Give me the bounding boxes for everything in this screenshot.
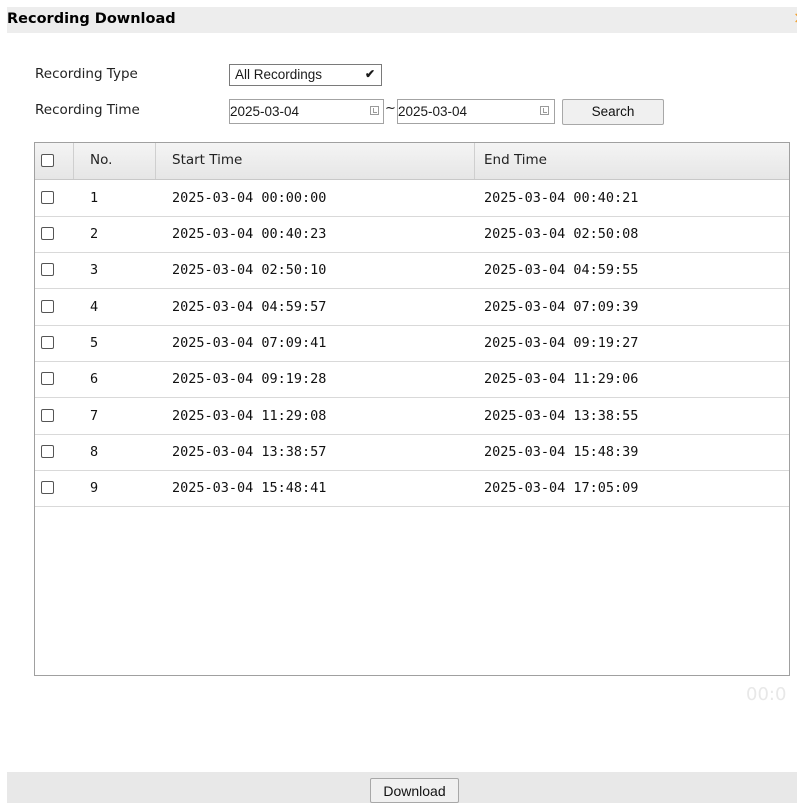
row-number: 6	[90, 371, 99, 387]
row-number: 4	[90, 299, 99, 315]
recording-type-value: All Recordings	[235, 67, 323, 82]
row-start-time: 2025-03-04 07:09:41	[172, 335, 327, 351]
table-row[interactable]: 5 2025-03-04 07:09:41 2025-03-04 09:19:2…	[35, 325, 789, 362]
column-divider	[73, 143, 74, 179]
row-start-time: 2025-03-04 04:59:57	[172, 299, 327, 315]
row-checkbox[interactable]	[41, 300, 54, 313]
recordings-table: No. Start Time End Time 1 2025-03-04 00:…	[34, 142, 790, 676]
recording-type-label: Recording Type	[35, 66, 138, 82]
row-end-time: 2025-03-04 11:29:06	[484, 371, 639, 387]
dialog-title: Recording Download	[7, 11, 176, 27]
table-row[interactable]: 8 2025-03-04 13:38:57 2025-03-04 15:48:3…	[35, 434, 789, 471]
row-number: 8	[90, 444, 99, 460]
column-header-end-time: End Time	[484, 152, 547, 168]
column-divider	[474, 143, 475, 179]
dialog-title-bar: Recording Download ×	[7, 7, 797, 33]
row-start-time: 2025-03-04 09:19:28	[172, 371, 327, 387]
row-end-time: 2025-03-04 00:40:21	[484, 190, 639, 206]
row-number: 2	[90, 226, 99, 242]
row-checkbox[interactable]	[41, 191, 54, 204]
row-number: 9	[90, 480, 99, 496]
row-start-time: 2025-03-04 00:00:00	[172, 190, 327, 206]
row-start-time: 2025-03-04 13:38:57	[172, 444, 327, 460]
table-row[interactable]: 3 2025-03-04 02:50:10 2025-03-04 04:59:5…	[35, 252, 789, 289]
row-end-time: 2025-03-04 15:48:39	[484, 444, 639, 460]
table-row[interactable]: 6 2025-03-04 09:19:28 2025-03-04 11:29:0…	[35, 361, 789, 398]
row-start-time: 2025-03-04 15:48:41	[172, 480, 327, 496]
row-start-time: 2025-03-04 02:50:10	[172, 262, 327, 278]
start-date-value: 2025-03-04	[230, 104, 300, 119]
background-time-display: 00:0	[746, 684, 787, 705]
row-start-time: 2025-03-04 00:40:23	[172, 226, 327, 242]
recording-time-label: Recording Time	[35, 102, 140, 118]
row-start-time: 2025-03-04 11:29:08	[172, 408, 327, 424]
row-end-time: 2025-03-04 02:50:08	[484, 226, 639, 242]
row-end-time: 2025-03-04 04:59:55	[484, 262, 639, 278]
start-date-input[interactable]: 2025-03-04	[229, 99, 384, 124]
download-button[interactable]: Download	[370, 778, 459, 803]
row-end-time: 2025-03-04 09:19:27	[484, 335, 639, 351]
end-date-value: 2025-03-04	[398, 104, 468, 119]
table-row[interactable]: 9 2025-03-04 15:48:41 2025-03-04 17:05:0…	[35, 470, 789, 507]
table-row[interactable]: 1 2025-03-04 00:00:00 2025-03-04 00:40:2…	[35, 180, 789, 217]
select-all-checkbox[interactable]	[41, 154, 54, 167]
column-divider	[155, 143, 156, 179]
row-number: 1	[90, 190, 99, 206]
calendar-icon[interactable]	[370, 106, 379, 115]
row-end-time: 2025-03-04 07:09:39	[484, 299, 639, 315]
row-end-time: 2025-03-04 17:05:09	[484, 480, 639, 496]
top-strip	[0, 0, 797, 7]
row-number: 7	[90, 408, 99, 424]
row-checkbox[interactable]	[41, 445, 54, 458]
row-checkbox[interactable]	[41, 336, 54, 349]
search-button[interactable]: Search	[562, 99, 664, 125]
chevron-down-icon: ✔	[364, 67, 375, 81]
table-header: No. Start Time End Time	[35, 143, 789, 180]
table-row[interactable]: 2 2025-03-04 00:40:23 2025-03-04 02:50:0…	[35, 216, 789, 253]
row-end-time: 2025-03-04 13:38:55	[484, 408, 639, 424]
row-checkbox[interactable]	[41, 263, 54, 276]
row-number: 5	[90, 335, 99, 351]
column-header-start-time: Start Time	[172, 152, 243, 168]
table-row[interactable]: 7 2025-03-04 11:29:08 2025-03-04 13:38:5…	[35, 398, 789, 435]
row-number: 3	[90, 262, 99, 278]
row-checkbox[interactable]	[41, 227, 54, 240]
row-checkbox[interactable]	[41, 409, 54, 422]
row-checkbox[interactable]	[41, 372, 54, 385]
close-icon[interactable]: ×	[793, 10, 797, 26]
calendar-icon[interactable]	[540, 106, 549, 115]
end-date-input[interactable]: 2025-03-04	[397, 99, 555, 124]
row-checkbox[interactable]	[41, 481, 54, 494]
column-header-no: No.	[90, 152, 113, 168]
date-range-separator: ~	[385, 101, 396, 116]
recording-type-select[interactable]: All Recordings ✔	[229, 64, 382, 86]
table-row[interactable]: 4 2025-03-04 04:59:57 2025-03-04 07:09:3…	[35, 289, 789, 326]
